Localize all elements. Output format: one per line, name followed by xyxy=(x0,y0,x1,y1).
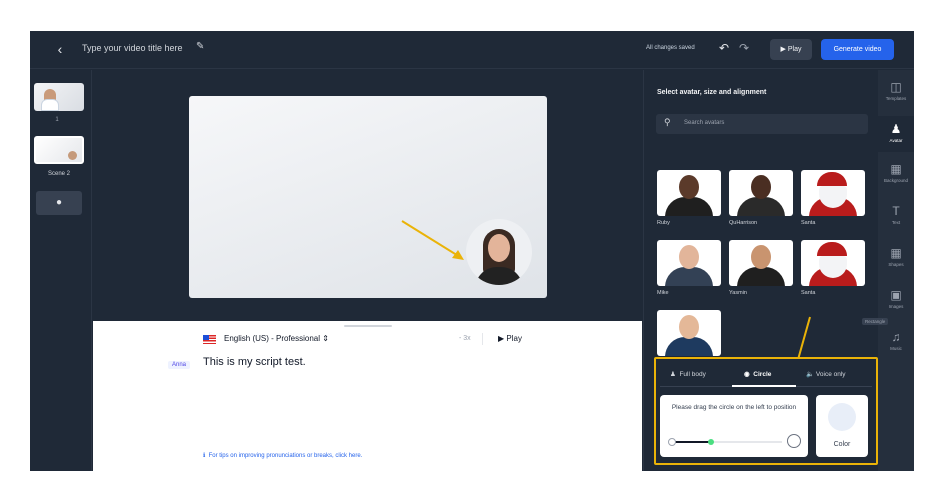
color-swatch xyxy=(828,403,856,431)
avatar-body xyxy=(737,197,785,216)
voice-language-select[interactable]: English (US) - Professional ⇕ xyxy=(224,334,329,343)
plus-circle-icon: ● xyxy=(55,197,63,208)
avatar-style-options: ♟ Full body ◉ Circle 🔈 Voice only Please… xyxy=(654,357,878,465)
panel-title: Select avatar, size and alignment xyxy=(657,89,767,96)
speed-control[interactable]: - 3x xyxy=(459,335,471,342)
app-window: ‹ Type your video title here ✎ All chang… xyxy=(30,31,914,471)
avatar-card[interactable] xyxy=(729,170,793,216)
tab-full-body[interactable]: ♟ Full body xyxy=(670,370,706,378)
annotation-arrow-icon xyxy=(401,220,464,260)
avatar-card[interactable] xyxy=(801,170,865,216)
video-title-input[interactable]: Type your video title here xyxy=(82,43,183,53)
santa-hat xyxy=(817,172,847,186)
scene-thumbnail-2[interactable] xyxy=(34,136,84,164)
circle-avatar[interactable] xyxy=(466,219,532,285)
size-slider-track[interactable] xyxy=(674,441,782,443)
avatar-face xyxy=(679,245,699,269)
tab-circle[interactable]: ◉ Circle xyxy=(744,370,771,378)
search-icon: ⚲ xyxy=(664,117,671,127)
santa-hat xyxy=(817,242,847,256)
tab-voice-only[interactable]: 🔈 Voice only xyxy=(806,370,846,378)
rail-item-images[interactable]: ▣ Images xyxy=(878,288,914,318)
avatar-body xyxy=(665,267,713,286)
script-play-button[interactable]: ▶ Play xyxy=(498,334,522,343)
layout-icon: ◫ xyxy=(890,80,902,94)
us-flag-icon xyxy=(203,335,216,344)
tool-rail: ◫ Templates ♟ Avatar ▦ Background T Text ▦ Sh… xyxy=(878,70,914,471)
user-icon: ♟ xyxy=(890,122,902,136)
rail-item-text[interactable]: T Text xyxy=(878,204,914,234)
drag-hint: Please drag the circle on the left to po… xyxy=(671,404,797,411)
avatar-name: Mike xyxy=(657,290,669,296)
avatar-card[interactable] xyxy=(729,240,793,286)
tooltip: Rectangle xyxy=(862,318,889,325)
add-scene-button[interactable]: ● xyxy=(36,191,82,215)
avatar-name: Yasmin xyxy=(729,290,747,296)
avatar-card[interactable] xyxy=(657,310,721,356)
avatar-name: Santa xyxy=(801,220,816,226)
speaker-badge: Anna xyxy=(168,361,191,369)
avatar-name: QuHarrison xyxy=(729,220,758,226)
scene-thumbnail-1[interactable] xyxy=(34,83,84,111)
avatar-face xyxy=(679,175,699,199)
avatar-face xyxy=(679,315,699,339)
rail-item-shapes[interactable]: ▦ Shapes xyxy=(878,246,914,276)
search-avatars-input[interactable]: ⚲ Search avatars xyxy=(656,114,868,134)
play-button[interactable]: ▶ Play xyxy=(770,39,812,60)
save-status: All changes saved xyxy=(646,45,695,51)
background-icon: ▦ xyxy=(890,162,902,176)
avatar-face xyxy=(751,175,771,199)
script-editor: English (US) - Professional ⇕ - 3x ▶ Pla… xyxy=(93,321,642,471)
avatar-card[interactable] xyxy=(801,240,865,286)
chevron-left-icon[interactable]: ‹ xyxy=(52,41,68,57)
info-icon: ℹ xyxy=(203,453,206,459)
large-circle-icon xyxy=(787,434,801,448)
rail-item-music[interactable]: ♫ Music xyxy=(878,330,914,360)
script-text[interactable]: This is my script test. xyxy=(203,356,306,368)
scene-thumbnail-avatar-body xyxy=(41,99,59,111)
scene-label-1: 1 xyxy=(55,117,59,123)
avatar-face xyxy=(488,234,510,262)
rail-item-avatar[interactable]: ♟ Avatar xyxy=(878,116,914,152)
avatar-card[interactable] xyxy=(657,240,721,286)
circle-size-control: Please drag the circle on the left to po… xyxy=(660,395,808,457)
text-icon: T xyxy=(892,204,900,218)
speaker-icon: 🔈 xyxy=(806,371,815,378)
avatar-body xyxy=(737,267,785,286)
rail-item-templates[interactable]: ◫ Templates xyxy=(878,80,914,110)
small-circle-icon xyxy=(668,438,676,446)
avatar-name: Santa xyxy=(801,290,816,296)
pronunciation-tip-link[interactable]: ℹ For tips on improving pronunciations o… xyxy=(203,452,362,459)
avatar-panel: Select avatar, size and alignment ⚲ Sear… xyxy=(643,70,878,471)
circle-avatar-icon: ◉ xyxy=(744,371,750,378)
shapes-icon: ▦ xyxy=(890,246,902,260)
redo-icon[interactable]: ↷ xyxy=(739,41,749,55)
undo-icon[interactable]: ↶ xyxy=(719,41,729,55)
rail-item-background[interactable]: ▦ Background xyxy=(878,162,914,192)
avatar-card[interactable] xyxy=(657,170,721,216)
avatar-name: Ruby xyxy=(657,220,670,226)
scene-thumbnail-avatar xyxy=(68,151,77,160)
divider xyxy=(482,333,483,345)
size-slider-thumb[interactable] xyxy=(708,439,714,445)
slide-canvas[interactable] xyxy=(189,96,547,298)
scenes-sidebar: 1 Scene 2 ● xyxy=(30,70,92,471)
avatar-body xyxy=(665,337,713,356)
avatar-face xyxy=(751,245,771,269)
resize-handle[interactable] xyxy=(344,325,392,327)
generate-video-button[interactable]: Generate video xyxy=(821,39,894,60)
pencil-icon[interactable]: ✎ xyxy=(196,41,204,52)
image-icon: ▣ xyxy=(890,288,902,302)
avatar-body xyxy=(665,197,713,216)
music-icon: ♫ xyxy=(891,330,901,344)
active-tab-indicator xyxy=(732,385,796,387)
top-bar: ‹ Type your video title here ✎ All chang… xyxy=(30,31,914,69)
color-picker-button[interactable]: Color xyxy=(816,395,868,457)
scene-label-2: Scene 2 xyxy=(47,171,71,177)
person-icon: ♟ xyxy=(670,371,676,378)
canvas-area xyxy=(93,70,642,321)
color-label: Color xyxy=(833,441,851,448)
